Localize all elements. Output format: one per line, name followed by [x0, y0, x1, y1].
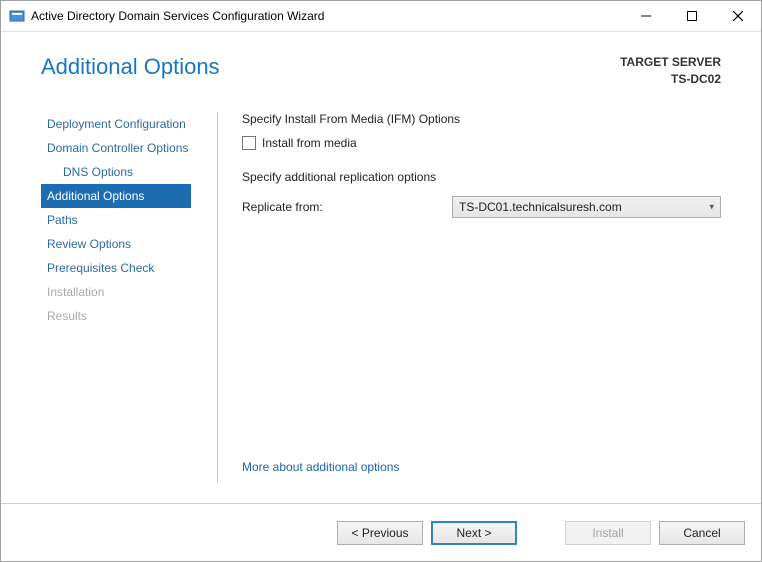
- sidebar-item-additional-options[interactable]: Additional Options: [41, 184, 191, 208]
- wizard-footer: < Previous Next > Install Cancel: [1, 503, 761, 561]
- main-panel: Specify Install From Media (IFM) Options…: [218, 96, 721, 493]
- install-from-media-checkbox[interactable]: Install from media: [242, 136, 721, 150]
- chevron-down-icon: ▾: [709, 201, 714, 212]
- checkbox-box-icon: [242, 136, 256, 150]
- target-server-label: TARGET SERVER: [620, 54, 721, 71]
- sidebar: Deployment Configuration Domain Controll…: [41, 96, 217, 493]
- titlebar: Active Directory Domain Services Configu…: [1, 1, 761, 32]
- replication-heading: Specify additional replication options: [242, 170, 721, 184]
- target-server-value: TS-DC02: [620, 71, 721, 88]
- wizard-body: Deployment Configuration Domain Controll…: [1, 96, 761, 503]
- sidebar-item-review-options[interactable]: Review Options: [41, 232, 217, 256]
- sidebar-item-paths[interactable]: Paths: [41, 208, 217, 232]
- replicate-from-select[interactable]: TS-DC01.technicalsuresh.com ▾: [452, 196, 721, 218]
- page-title: Additional Options: [41, 54, 220, 80]
- install-from-media-label: Install from media: [262, 136, 357, 150]
- install-button: Install: [565, 521, 651, 545]
- sidebar-item-dns-options[interactable]: DNS Options: [41, 160, 217, 184]
- window-controls: [623, 1, 761, 31]
- sidebar-item-prerequisites-check[interactable]: Prerequisites Check: [41, 256, 217, 280]
- ifm-heading: Specify Install From Media (IFM) Options: [242, 112, 721, 126]
- replicate-from-row: Replicate from: TS-DC01.technicalsuresh.…: [242, 196, 721, 218]
- replicate-from-value: TS-DC01.technicalsuresh.com: [459, 200, 622, 214]
- replicate-from-label: Replicate from:: [242, 200, 452, 214]
- previous-button[interactable]: < Previous: [337, 521, 423, 545]
- sidebar-item-deployment-configuration[interactable]: Deployment Configuration: [41, 112, 217, 136]
- target-server-block: TARGET SERVER TS-DC02: [620, 54, 721, 88]
- next-button[interactable]: Next >: [431, 521, 517, 545]
- window-title: Active Directory Domain Services Configu…: [31, 9, 623, 23]
- wizard-header: Additional Options TARGET SERVER TS-DC02: [1, 32, 761, 96]
- more-about-link[interactable]: More about additional options: [242, 460, 399, 474]
- app-icon: [9, 8, 25, 24]
- sidebar-item-results: Results: [41, 304, 217, 328]
- sidebar-item-installation: Installation: [41, 280, 217, 304]
- cancel-button[interactable]: Cancel: [659, 521, 745, 545]
- sidebar-item-domain-controller-options[interactable]: Domain Controller Options: [41, 136, 217, 160]
- maximize-button[interactable]: [669, 1, 715, 31]
- close-button[interactable]: [715, 1, 761, 31]
- minimize-button[interactable]: [623, 1, 669, 31]
